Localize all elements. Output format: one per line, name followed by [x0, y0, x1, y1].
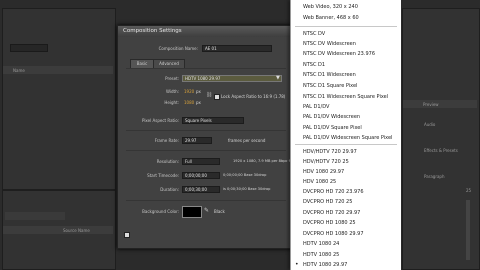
menu-item[interactable]: NTSC DV — [303, 31, 325, 37]
menu-item[interactable]: DVCPRO HD 1080 25 — [303, 220, 356, 226]
menu-item[interactable]: NTSC DV Widescreen — [303, 41, 356, 47]
project-name-column[interactable]: Name — [13, 68, 25, 73]
height-value[interactable]: 1080 — [184, 100, 194, 105]
menu-item[interactable]: HDTV 1080 29.97 — [303, 262, 347, 268]
frame-rate-label: Frame Rate: — [154, 138, 179, 143]
menu-item[interactable]: HDV/HDTV 720 25 — [303, 159, 349, 165]
height-label: Height: — [164, 100, 179, 105]
preview-panel-title[interactable]: Preview — [423, 102, 439, 107]
preset-label: Preset: — [165, 76, 179, 81]
section-divider-1 — [126, 130, 286, 131]
menu-item[interactable]: NTSC DV Widescreen 23.976 — [303, 51, 375, 57]
frame-rate-unit: frames per second — [228, 138, 266, 143]
composition-name-field[interactable]: AE 01 — [202, 45, 272, 52]
menu-item[interactable]: DVCPRO HD 1080 29.97 — [303, 231, 364, 237]
preview-panel-header: Preview — [403, 100, 477, 108]
composition-name-label: Composition Name: — [158, 46, 198, 51]
project-panel-header: Name — [3, 66, 113, 74]
menu-item[interactable]: PAL D1/DV Widescreen — [303, 114, 360, 120]
menu-separator — [295, 144, 397, 145]
link-chain-icon: ⛓ — [206, 92, 213, 98]
section-divider-3 — [126, 200, 286, 201]
timeline-source-name[interactable]: Source Name — [63, 228, 90, 233]
lock-aspect-label: Lock Aspect Ratio to 16:9 (1.78) — [221, 94, 286, 99]
project-panel — [2, 8, 116, 190]
dialog-title: Composition Settings — [123, 28, 182, 34]
pixel-aspect-dropdown[interactable]: Square Pixels — [182, 117, 244, 124]
selected-bullet-icon: • — [295, 261, 299, 268]
menu-item[interactable]: DVCPRO HD 720 29.97 — [303, 210, 360, 216]
resolution-label: Resolution: — [156, 159, 179, 164]
pixel-aspect-label: Pixel Aspect Ratio: — [142, 118, 179, 123]
tab-divider — [126, 68, 286, 69]
preset-dropdown[interactable]: HDTV 1080 29.97 — [182, 75, 282, 82]
start-timecode-info: 0;00;00;00 Base 30drop — [223, 173, 267, 177]
width-unit: px — [196, 89, 201, 94]
dialog-titlebar[interactable]: Composition Settings — [118, 26, 294, 37]
menu-item[interactable]: HDTV 1080 25 — [303, 252, 339, 258]
menu-item[interactable]: HDV 1080 25 — [303, 179, 336, 185]
width-value[interactable]: 1920 — [184, 89, 194, 94]
menu-separator — [295, 26, 397, 27]
menu-item[interactable]: Web Banner, 468 x 60 — [303, 15, 359, 21]
height-unit: px — [196, 100, 201, 105]
menu-item[interactable]: NTSC D1 Widescreen — [303, 72, 356, 78]
section-divider-2 — [126, 150, 286, 151]
composition-settings-dialog: Composition Settings Composition Name: A… — [117, 25, 299, 249]
menu-item[interactable]: NTSC D1 — [303, 62, 325, 68]
timeline-toolbar[interactable] — [5, 212, 65, 220]
menu-item[interactable]: NTSC D1 Widescreen Square Pixel — [303, 94, 388, 100]
menu-item[interactable]: HDTV 1080 24 — [303, 241, 339, 247]
menu-item[interactable]: DVCPRO HD 720 23.976 — [303, 189, 364, 195]
effects-panel-title[interactable]: Effects & Presets — [424, 148, 458, 153]
timeline-header: Source Name — [3, 226, 113, 234]
menu-item[interactable]: NTSC D1 Square Pixel — [303, 83, 357, 89]
paragraph-panel-title[interactable]: Paragraph — [424, 174, 445, 179]
background-color-swatch[interactable] — [182, 206, 202, 218]
menu-item[interactable]: DVCPRO HD 720 25 — [303, 199, 352, 205]
width-label: Width: — [166, 89, 179, 94]
start-timecode-field[interactable]: 0;00;00;00 — [182, 172, 220, 179]
project-search-field[interactable] — [10, 44, 48, 52]
panel-value: 25 — [466, 188, 472, 193]
eyedropper-icon[interactable]: ✎ — [204, 207, 209, 214]
duration-label: Duration: — [160, 187, 179, 192]
duration-field[interactable]: 0;00;30;00 — [182, 186, 220, 193]
preset-dropdown-menu: Web Video, 320 x 240 Web Banner, 468 x 60… — [290, 0, 401, 270]
menu-item[interactable]: Web Video, 320 x 240 — [303, 4, 358, 10]
right-panel-scrollbar[interactable] — [466, 200, 470, 260]
frame-rate-dropdown[interactable]: 29.97 — [182, 137, 212, 144]
menu-item[interactable]: PAL D1/DV Square Pixel — [303, 125, 362, 131]
lock-aspect-checkbox[interactable] — [214, 94, 220, 100]
audio-panel-title[interactable]: Audio — [424, 122, 435, 127]
chevron-down-icon: ▼ — [276, 75, 280, 81]
background-color-label: Background Color: — [142, 209, 179, 214]
menu-item[interactable]: PAL D1/DV — [303, 104, 329, 110]
background-color-name: Black — [214, 209, 225, 214]
start-timecode-label: Start Timecode: — [147, 173, 179, 178]
preview-checkbox[interactable] — [124, 232, 130, 238]
menu-item[interactable]: HDV 1080 29.97 — [303, 169, 344, 175]
resolution-dropdown[interactable]: Full — [182, 158, 220, 165]
duration-info: is 0;00;30;00 Base 30drop — [223, 187, 271, 191]
menu-item[interactable]: PAL D1/DV Widescreen Square Pixel — [303, 135, 392, 141]
menu-item[interactable]: HDV/HDTV 720 29.97 — [303, 149, 357, 155]
